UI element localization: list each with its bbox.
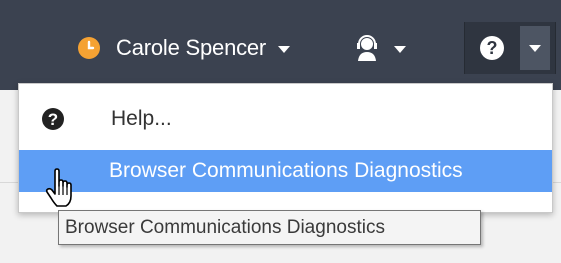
agent-headset-icon [357, 35, 377, 61]
hand-pointer-icon [45, 168, 72, 207]
caret-down-icon [529, 44, 541, 52]
top-bar: Carole Spencer ? [0, 0, 561, 90]
user-name: Carole Spencer [116, 35, 267, 60]
menu-item-help-label: Help... [111, 107, 172, 130]
help-dropdown-menu: ? Help... Browser Communications Diagnos… [18, 83, 553, 213]
svg-text:?: ? [48, 110, 58, 129]
menu-item-help[interactable]: ? Help... [19, 98, 552, 140]
menu-item-diagnostics-label: Browser Communications Diagnostics [109, 159, 463, 182]
svg-text:?: ? [487, 38, 498, 58]
help-dropdown-button[interactable] [520, 26, 550, 70]
caret-down-icon [394, 46, 406, 53]
question-circle-icon: ? [480, 36, 504, 60]
user-menu[interactable]: Carole Spencer [78, 30, 291, 66]
help-button[interactable]: ? [467, 26, 517, 70]
caret-down-icon [278, 46, 291, 53]
clock-icon [78, 37, 100, 59]
tooltip: Browser Communications Diagnostics [58, 210, 481, 245]
menu-item-browser-diagnostics[interactable]: Browser Communications Diagnostics [19, 150, 552, 192]
question-circle-icon: ? [41, 107, 81, 131]
help-toggle-group: ? [464, 22, 556, 74]
tooltip-text: Browser Communications Diagnostics [65, 216, 385, 238]
agent-status-menu[interactable] [352, 30, 406, 66]
